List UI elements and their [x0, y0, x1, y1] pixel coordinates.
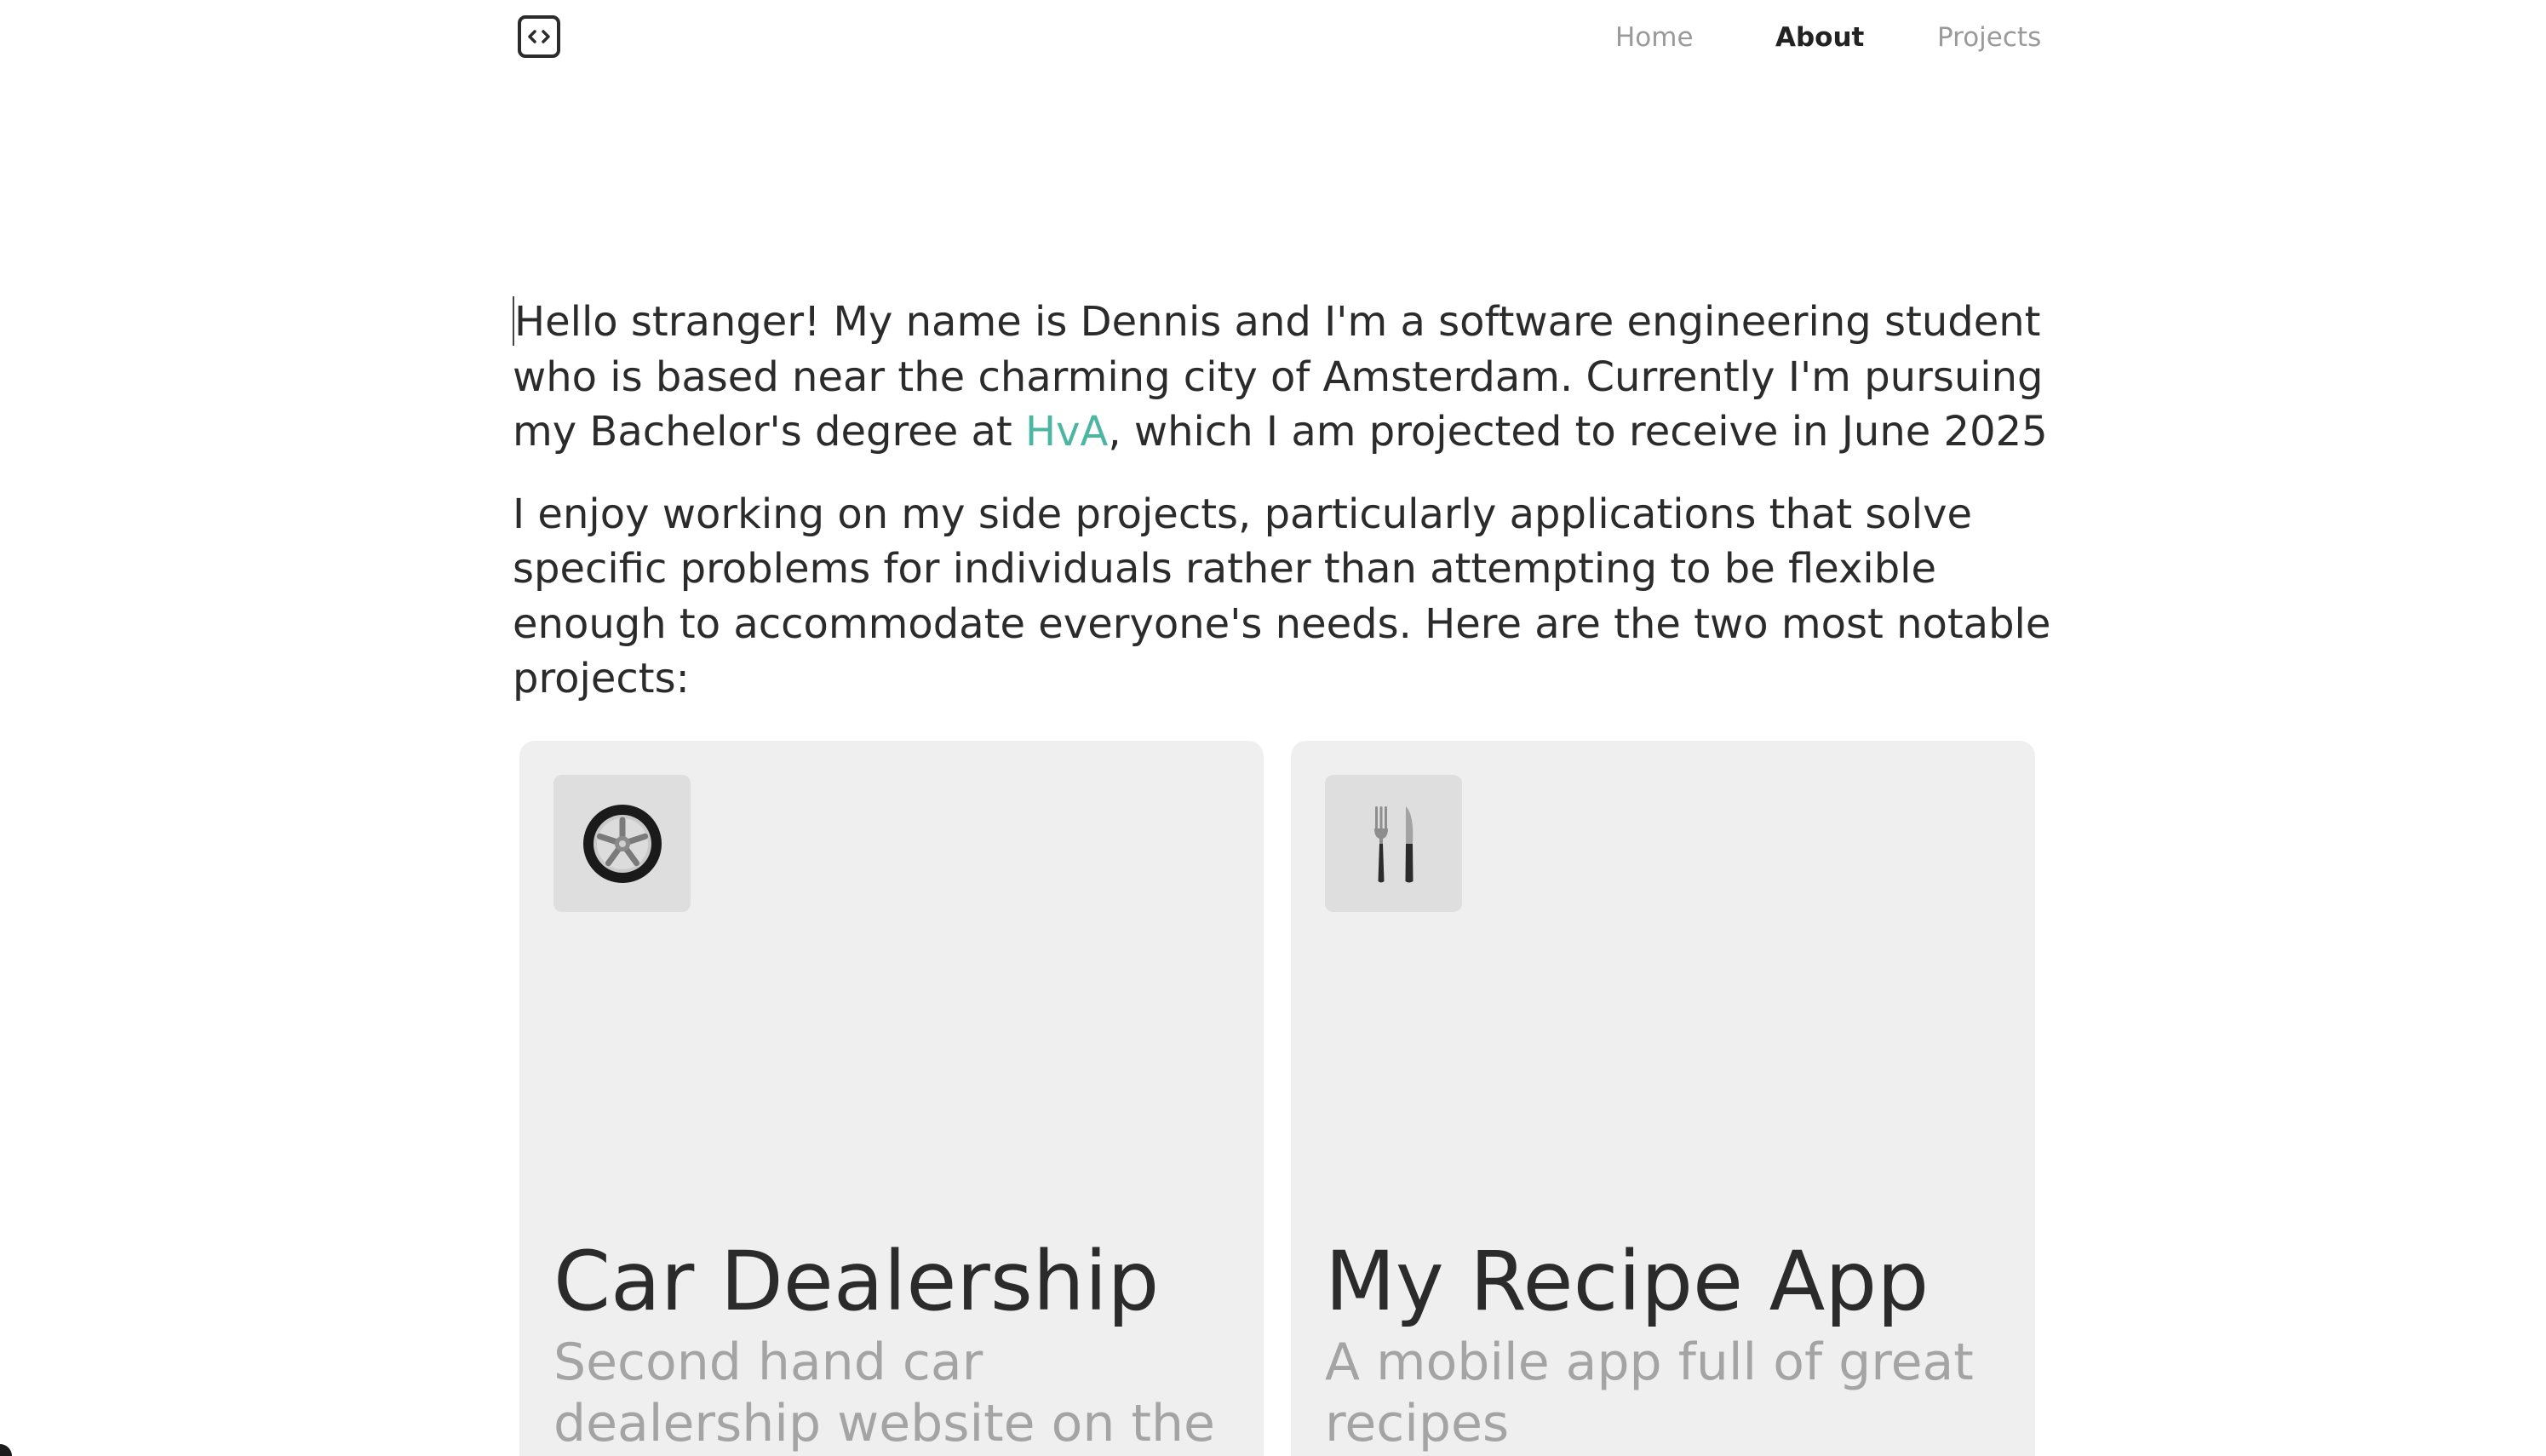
project-subtitle: A mobile app full of great recipes — [1325, 1333, 1974, 1453]
fork-and-knife-glyph — [1373, 805, 1413, 882]
intro-paragraph-1: Hello stranger! My name is Dennis and I'… — [513, 295, 2062, 460]
window-corner — [0, 1444, 12, 1456]
car-wheel-glyph — [582, 804, 662, 883]
intro-paragraph-2: I enjoy working on my side projects, par… — [513, 490, 2051, 703]
project-title: Car Dealership — [553, 1234, 1160, 1329]
project-card-recipe-app[interactable]: My Recipe App A mobile app full of great… — [1291, 741, 2035, 1456]
nav-link-home[interactable]: Home — [1615, 17, 1694, 58]
nav-link-projects[interactable]: Projects — [1937, 17, 2041, 58]
code-brackets-glyph — [528, 30, 550, 43]
hva-link[interactable]: HvA — [1025, 408, 1108, 456]
car-wheel-icon — [553, 775, 691, 912]
project-subtitle: Second hand car dealership website on th… — [553, 1333, 1215, 1456]
intro-section: Hello stranger! My name is Dennis and I'… — [513, 295, 2062, 707]
code-brackets-icon[interactable] — [518, 15, 560, 58]
fork-and-knife-icon — [1325, 775, 1462, 912]
intro-text-after-link: , which I am projected to receive in Jun… — [1108, 408, 2048, 456]
page: Home About Projects Hello stranger! My n… — [0, 0, 2546, 1456]
nav-link-about[interactable]: About — [1775, 17, 1864, 58]
project-title: My Recipe App — [1325, 1234, 1930, 1329]
project-card-car-dealership[interactable]: Car Dealership Second hand car dealershi… — [519, 741, 1264, 1456]
